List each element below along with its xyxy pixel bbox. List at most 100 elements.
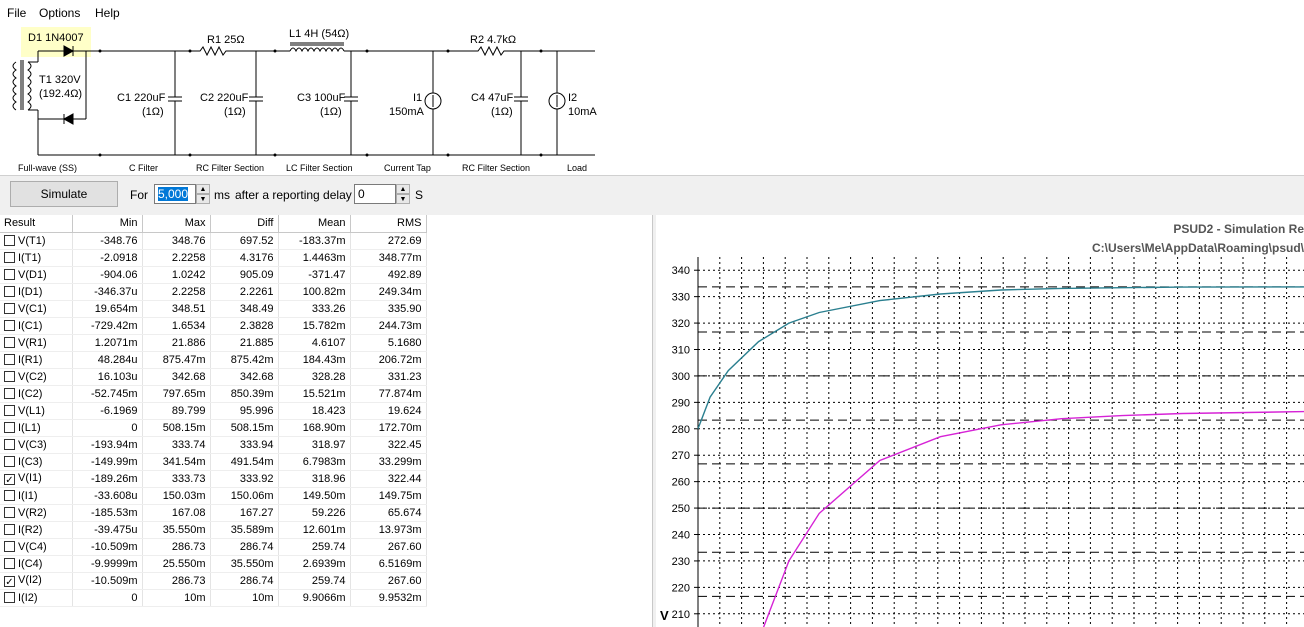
d1-label[interactable]: D1 1N4007	[28, 32, 84, 44]
col-mean[interactable]: Mean	[278, 215, 351, 233]
delay-spinner[interactable]: ▲ ▼	[396, 184, 410, 204]
result-checkbox[interactable]	[4, 234, 15, 246]
voltage-plot[interactable]: 340 330 320 310 300 290 280 270 260 250 240 230 220 2…	[656, 257, 1304, 627]
c2-label-2: (1Ω)	[224, 106, 246, 118]
result-checkbox[interactable]	[4, 302, 15, 314]
result-name-cell: I(I1)	[0, 487, 73, 505]
cell-diff: 491.54m	[210, 453, 279, 471]
spin-down-icon[interactable]: ▼	[396, 194, 410, 204]
result-checkbox[interactable]	[4, 319, 15, 331]
cell-min: 19.654m	[72, 300, 143, 318]
col-rms[interactable]: RMS	[350, 215, 427, 233]
table-row[interactable]: I(D1) -346.37u 2.2258 2.2261 100.82m 249.34m	[0, 283, 427, 301]
l1-label[interactable]: L1 4H (54Ω)	[289, 28, 349, 40]
spin-up-icon[interactable]: ▲	[396, 184, 410, 194]
duration-spinner[interactable]: ▲ ▼	[196, 184, 210, 204]
table-row[interactable]: I(I1) -33.608u 150.03m 150.06m 149.50m 149.75…	[0, 487, 427, 505]
table-row[interactable]: I(R2) -39.475u 35.550m 35.589m 12.601m 13.973…	[0, 521, 427, 539]
cell-mean: 259.74	[278, 538, 351, 556]
result-checkbox[interactable]	[4, 591, 15, 603]
result-name-cell: I(R2)	[0, 521, 73, 539]
menu-options[interactable]: Options	[39, 6, 80, 20]
result-name-cell: I(T1)	[0, 249, 73, 267]
col-diff[interactable]: Diff	[210, 215, 279, 233]
cell-max: 286.73	[142, 572, 211, 590]
table-row[interactable]: ✓ V(I1) -189.26m 333.73 333.92 318.96 322.44	[0, 470, 427, 488]
cell-max: 150.03m	[142, 487, 211, 505]
result-checkbox[interactable]	[4, 336, 15, 348]
table-row[interactable]: V(R1) 1.2071m 21.886 21.885 4.6107 5.1680	[0, 334, 427, 352]
delay-input[interactable]: 0	[354, 184, 396, 204]
result-checkbox[interactable]: ✓	[4, 576, 15, 588]
table-row[interactable]: I(R1) 48.284u 875.47m 875.42m 184.43m 206.72m	[0, 351, 427, 369]
table-row[interactable]: V(T1) -348.76 348.76 697.52 -183.37m 272.69	[0, 232, 427, 250]
table-row[interactable]: V(C2) 16.103u 342.68 342.68 328.28 331.23	[0, 368, 427, 386]
result-checkbox[interactable]	[4, 506, 15, 518]
table-row[interactable]: V(C4) -10.509m 286.73 286.74 259.74 267.60	[0, 538, 427, 556]
cell-diff: 697.52	[210, 232, 279, 250]
cell-diff: 508.15m	[210, 419, 279, 437]
result-name-cell: V(L1)	[0, 402, 73, 420]
result-checkbox[interactable]	[4, 387, 15, 399]
i1-label-1[interactable]: I1	[413, 92, 422, 104]
result-checkbox[interactable]	[4, 455, 15, 467]
result-checkbox[interactable]	[4, 557, 15, 569]
table-row[interactable]: V(R2) -185.53m 167.08 167.27 59.226 65.674	[0, 504, 427, 522]
table-row[interactable]: V(L1) -6.1969 89.799 95.996 18.423 19.624	[0, 402, 427, 420]
result-checkbox[interactable]	[4, 489, 15, 501]
table-row[interactable]: I(C1) -729.42m 1.6534 2.3828 15.782m 244.73m	[0, 317, 427, 335]
result-checkbox[interactable]	[4, 251, 15, 263]
col-result[interactable]: Result	[0, 215, 73, 233]
cell-max: 333.74	[142, 436, 211, 454]
cell-min: -185.53m	[72, 504, 143, 522]
table-row[interactable]: V(D1) -904.06 1.0242 905.09 -371.47 492.89	[0, 266, 427, 284]
cell-min: -348.76	[72, 232, 143, 250]
col-min[interactable]: Min	[72, 215, 143, 233]
result-checkbox[interactable]	[4, 404, 15, 416]
result-checkbox[interactable]	[4, 370, 15, 382]
cell-min: -189.26m	[72, 470, 143, 488]
cell-mean: -183.37m	[278, 232, 351, 250]
duration-input[interactable]: 5,000	[154, 184, 196, 204]
circuit-schematic: D1 1N4007 T1 320V (192.4Ω) R1 25Ω L1 4H …	[0, 25, 1304, 176]
col-max[interactable]: Max	[142, 215, 211, 233]
i2-label-1[interactable]: I2	[568, 92, 577, 104]
result-checkbox[interactable]	[4, 523, 15, 535]
menu-file[interactable]: File	[7, 6, 26, 20]
result-checkbox[interactable]	[4, 421, 15, 433]
cell-diff: 167.27	[210, 504, 279, 522]
spin-up-icon[interactable]: ▲	[196, 184, 210, 194]
simulation-graph[interactable]: PSUD2 - Simulation Re C:\Users\Me\AppDat…	[656, 215, 1304, 627]
result-checkbox[interactable]	[4, 285, 15, 297]
menu-help[interactable]: Help	[95, 6, 120, 20]
table-row[interactable]: I(T1) -2.0918 2.2258 4.3176 1.4463m 348.77m	[0, 249, 427, 267]
transformer-symbol[interactable]	[12, 51, 39, 155]
result-checkbox[interactable]	[4, 268, 15, 280]
table-row[interactable]: I(C3) -149.99m 341.54m 491.54m 6.7983m 33.299…	[0, 453, 427, 471]
cell-rms: 492.89	[350, 266, 427, 284]
result-checkbox[interactable]: ✓	[4, 474, 15, 486]
table-row[interactable]: V(C1) 19.654m 348.51 348.49 333.26 335.90	[0, 300, 427, 318]
c3-label-1[interactable]: C3 100uF	[297, 92, 346, 104]
r2-label[interactable]: R2 4.7kΩ	[470, 34, 516, 46]
result-label: V(R1)	[18, 336, 47, 349]
result-checkbox[interactable]	[4, 353, 15, 365]
result-checkbox[interactable]	[4, 438, 15, 450]
simulate-button[interactable]: Simulate	[10, 181, 118, 207]
table-row[interactable]: I(I2) 0 10m 10m 9.9066m 9.9532m	[0, 589, 427, 607]
t1-label-1[interactable]: T1 320V	[39, 74, 81, 86]
cell-mean: 15.521m	[278, 385, 351, 403]
result-checkbox[interactable]	[4, 540, 15, 552]
table-row[interactable]: I(C2) -52.745m 797.65m 850.39m 15.521m 77.874…	[0, 385, 427, 403]
c4-label-2: (1Ω)	[491, 106, 513, 118]
table-row[interactable]: ✓ V(I2) -10.509m 286.73 286.74 259.74 267.60	[0, 572, 427, 590]
spin-down-icon[interactable]: ▼	[196, 194, 210, 204]
c1-label-1[interactable]: C1 220uF	[117, 92, 166, 104]
table-row[interactable]: I(C4) -9.9999m 25.550m 35.550m 2.6939m 6.5169…	[0, 555, 427, 573]
table-row[interactable]: V(C3) -193.94m 333.74 333.94 318.97 322.45	[0, 436, 427, 454]
c2-label-1[interactable]: C2 220uF	[200, 92, 249, 104]
c4-label-1[interactable]: C4 47uF	[471, 92, 513, 104]
r1-label[interactable]: R1 25Ω	[207, 34, 245, 46]
table-row[interactable]: I(L1) 0 508.15m 508.15m 168.90m 172.70m	[0, 419, 427, 437]
menu-bar: File Options Help	[0, 0, 1304, 25]
